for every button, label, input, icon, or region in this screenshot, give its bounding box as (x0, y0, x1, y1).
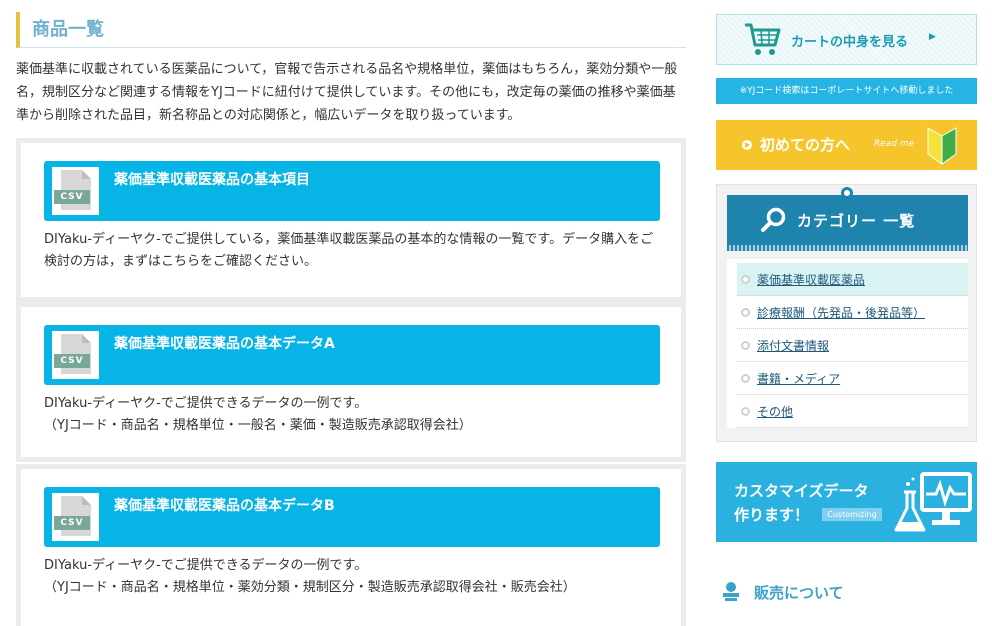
sales-title: 販売について (754, 584, 844, 602)
category-link[interactable]: 診療報酬（先発品・後発品等） (757, 304, 925, 321)
bullet-icon (741, 341, 750, 350)
product-link-basic-items[interactable]: CSV 薬価基準収載医薬品の基本項目 (44, 161, 660, 221)
search-icon (761, 207, 786, 232)
category-panel: カテゴリー 一覧 薬価基準収載医薬品 診療報酬（先発品・後発品等） 添付文書情報… (716, 184, 977, 442)
product-description: DIYaku-ディーヤク-でご提供できるデータの一例です。 （YJコード・商品名… (44, 396, 472, 433)
notice-bar[interactable]: ※YJコード検索はコーポレートサイトへ移動しました (716, 78, 977, 104)
product-link-basic-data-b[interactable]: CSV 薬価基準収載医薬品の基本データB (44, 487, 660, 547)
book-apple-icon (723, 582, 739, 601)
product-link-basic-data-a[interactable]: CSV 薬価基準収載医薬品の基本データA (44, 325, 660, 385)
shopping-cart-icon (745, 23, 781, 55)
custom-data-banner[interactable]: カスタマイズデータ 作ります！ Customizing (716, 462, 977, 542)
main-content: 商品一覧 薬価基準に収載されている医薬品について，官報で告示される品名や規格単位… (16, 12, 686, 626)
category-link[interactable]: その他 (757, 403, 793, 420)
page-title: 商品一覧 (16, 12, 686, 48)
bullet-icon (741, 275, 750, 284)
lab-monitor-icon (894, 472, 972, 532)
read-me-label: Read me (874, 139, 915, 149)
beginner-label: 初めての方へ (760, 136, 851, 154)
cart-label: カートの中身を見る (791, 35, 909, 50)
product-title: 薬価基準収載医薬品の基本データB (114, 498, 335, 514)
category-item-yakka[interactable]: 薬価基準収載医薬品 (737, 263, 968, 296)
intro-text: 薬価基準に収載されている医薬品について，官報で告示される品名や規格単位，薬価はも… (16, 62, 678, 123)
bullet-icon (741, 308, 750, 317)
custom-banner-line1: カスタマイズデータ (734, 482, 869, 500)
category-title: カテゴリー 一覧 (797, 212, 916, 230)
product-card: CSV 薬価基準収載医薬品の基本項目 DIYaku-ディーヤク-でご提供している… (16, 138, 686, 302)
product-description: DIYaku-ディーヤク-でご提供できるデータの一例です。 （YJコード・商品名… (44, 558, 576, 595)
category-link[interactable]: 書籍・メディア (757, 370, 840, 387)
customizing-tag: Customizing (822, 508, 882, 521)
product-title: 薬価基準収載医薬品の基本データA (114, 336, 335, 352)
category-link[interactable]: 薬価基準収載医薬品 (757, 271, 865, 288)
product-description: DIYaku-ディーヤク-でご提供している，薬価基準収載医薬品の基本的な情報の一… (44, 232, 654, 269)
arrow-right-icon: ▶ (929, 32, 936, 42)
category-item-shinryo[interactable]: 診療報酬（先発品・後発品等） (737, 296, 968, 329)
product-title: 薬価基準収載医薬品の基本項目 (114, 172, 310, 188)
category-item-tenpu[interactable]: 添付文書情報 (737, 329, 968, 362)
play-arrow-icon (742, 140, 752, 150)
csv-file-icon: CSV (52, 493, 99, 541)
category-item-other[interactable]: その他 (737, 395, 968, 428)
csv-file-icon: CSV (52, 331, 99, 379)
beginner-guide-button[interactable]: 初めての方へ Read me (716, 120, 977, 170)
category-item-books[interactable]: 書籍・メディア (737, 362, 968, 395)
product-card: CSV 薬価基準収載医薬品の基本データA DIYaku-ディーヤク-でご提供でき… (16, 302, 686, 462)
category-link[interactable]: 添付文書情報 (757, 337, 829, 354)
product-card: CSV 薬価基準収載医薬品の基本データB DIYaku-ディーヤク-でご提供でき… (16, 464, 686, 626)
beginner-mark-icon (927, 127, 957, 165)
bullet-icon (741, 374, 750, 383)
custom-banner-line2: 作ります！ (734, 506, 810, 524)
bullet-icon (741, 407, 750, 416)
view-cart-button[interactable]: カートの中身を見る ▶ (716, 14, 977, 65)
category-list: 薬価基準収載医薬品 診療報酬（先発品・後発品等） 添付文書情報 書籍・メディア … (727, 259, 968, 428)
csv-file-icon: CSV (52, 167, 99, 215)
category-header: カテゴリー 一覧 (727, 187, 968, 251)
